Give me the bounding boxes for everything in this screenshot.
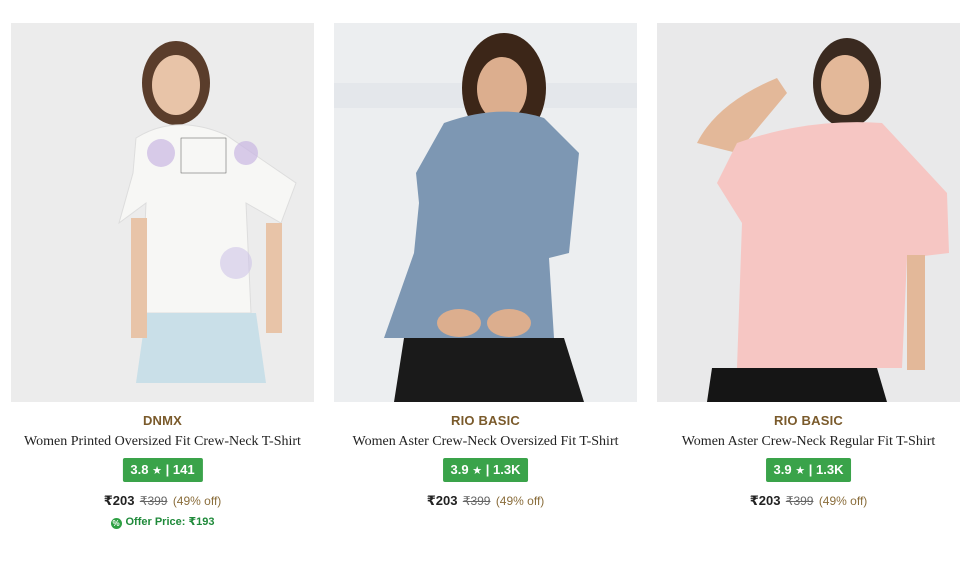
rating-badge: 3.8 ★ | 141 bbox=[122, 458, 203, 482]
rating-count: 1.3K bbox=[493, 462, 521, 477]
product-brand: RIO BASIC bbox=[774, 413, 843, 428]
mrp-price: ₹399 bbox=[139, 494, 168, 508]
product-card[interactable]: DNMX Women Printed Oversized Fit Crew-Ne… bbox=[11, 23, 314, 553]
sale-price: ₹203 bbox=[749, 493, 781, 508]
product-card[interactable]: RIO BASIC Women Aster Crew-Neck Oversize… bbox=[334, 23, 637, 553]
rating-separator: | bbox=[485, 462, 490, 477]
rating-count: 1.3K bbox=[816, 462, 844, 477]
discount-label: (49% off) bbox=[818, 494, 868, 508]
product-name[interactable]: Women Aster Crew-Neck Oversized Fit T-Sh… bbox=[324, 434, 647, 450]
mrp-price: ₹399 bbox=[785, 494, 814, 508]
sale-price: ₹203 bbox=[426, 493, 458, 508]
product-image[interactable] bbox=[334, 23, 637, 402]
rating-value: 3.8 bbox=[130, 462, 149, 477]
rating-badge: 3.9 ★ | 1.3K bbox=[442, 458, 529, 482]
offer-price-text: Offer Price: ₹193 bbox=[125, 516, 215, 528]
product-brand: RIO BASIC bbox=[451, 413, 520, 428]
price-row: ₹203 ₹399 (49% off) bbox=[657, 493, 960, 509]
rating-separator: | bbox=[808, 462, 813, 477]
mrp-price: ₹399 bbox=[462, 494, 491, 508]
product-name[interactable]: Women Printed Oversized Fit Crew-Neck T-… bbox=[1, 434, 324, 450]
star-icon: ★ bbox=[152, 465, 162, 477]
offer-tag-icon: % bbox=[110, 518, 122, 529]
product-image[interactable] bbox=[657, 23, 960, 402]
rating-value: 3.9 bbox=[450, 462, 469, 477]
discount-label: (49% off) bbox=[495, 494, 545, 508]
star-icon: ★ bbox=[472, 465, 483, 477]
offer-price: % Offer Price: ₹193 bbox=[11, 515, 314, 529]
product-brand: DNMX bbox=[142, 413, 183, 428]
price-row: ₹203 ₹399 (49% off) bbox=[11, 493, 314, 509]
price-row: ₹203 ₹399 (49% off) bbox=[334, 493, 637, 509]
rating-badge: 3.9 ★ | 1.3K bbox=[765, 458, 852, 482]
product-name[interactable]: Women Aster Crew-Neck Regular Fit T-Shir… bbox=[647, 434, 970, 450]
rating-count: 141 bbox=[172, 462, 195, 477]
rating-separator: | bbox=[165, 462, 170, 477]
sale-price: ₹203 bbox=[103, 493, 135, 508]
product-card[interactable]: RIO BASIC Women Aster Crew-Neck Regular … bbox=[657, 23, 960, 553]
star-icon: ★ bbox=[795, 465, 806, 477]
product-grid: DNMX Women Printed Oversized Fit Crew-Ne… bbox=[11, 23, 971, 553]
product-image[interactable] bbox=[11, 23, 314, 402]
discount-label: (49% off) bbox=[172, 494, 222, 508]
rating-value: 3.9 bbox=[773, 462, 792, 477]
